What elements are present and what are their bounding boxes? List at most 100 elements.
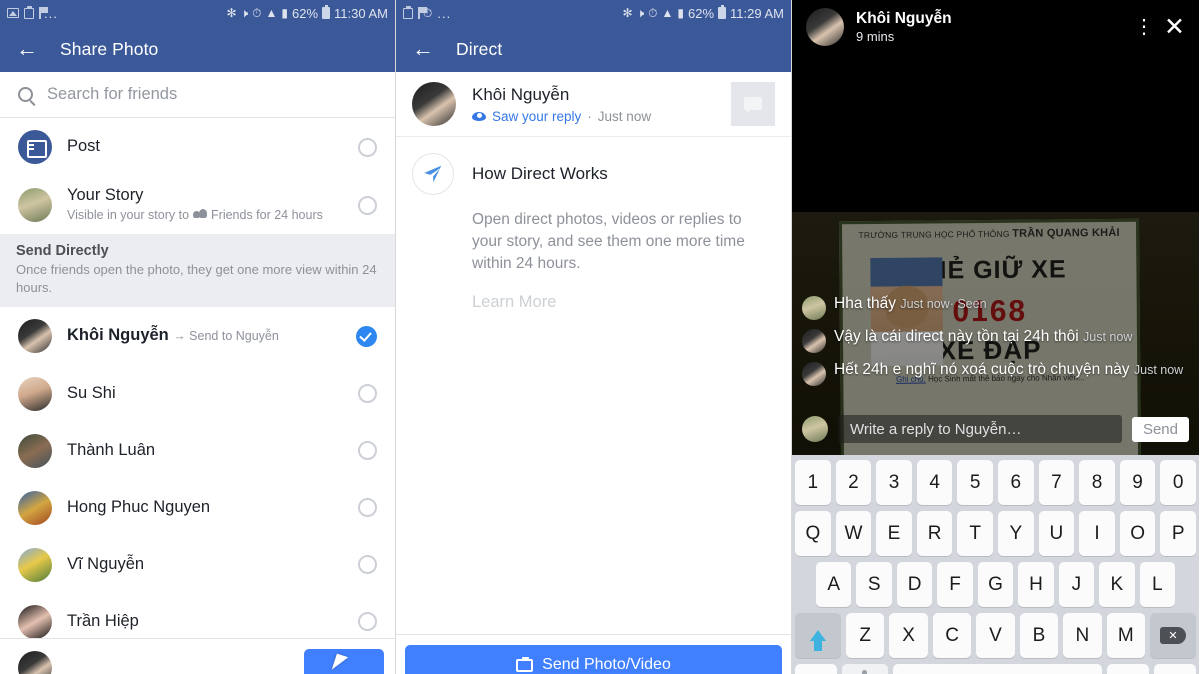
key-5[interactable]: 5 <box>957 460 993 505</box>
signal-icon: ▮ <box>281 6 288 20</box>
key-q[interactable]: Q <box>795 511 831 556</box>
clock: 11:30 AM <box>334 5 388 21</box>
key-x[interactable]: X <box>889 613 928 658</box>
key-o[interactable]: O <box>1119 511 1156 556</box>
key-4[interactable]: 4 <box>916 460 953 505</box>
share-option-post[interactable]: Post <box>0 118 395 176</box>
microphone-icon[interactable] <box>841 664 888 674</box>
avatar <box>802 416 828 442</box>
radio-friend[interactable] <box>358 384 377 404</box>
close-icon[interactable]: ✕ <box>1164 14 1185 40</box>
shift-icon[interactable] <box>795 613 842 658</box>
key-t[interactable]: T <box>957 511 993 556</box>
key-b[interactable]: B <box>1019 613 1059 658</box>
send-button[interactable]: Send <box>1131 416 1189 442</box>
radio-friend[interactable] <box>358 498 377 518</box>
friend-name: Hong Phuc Nguyen <box>67 497 211 516</box>
key-w[interactable]: W <box>835 511 872 556</box>
send-photo-video-button[interactable]: Send Photo/Video <box>405 645 782 674</box>
learn-more-link[interactable]: Learn More <box>472 293 775 312</box>
key-f[interactable]: F <box>937 562 973 607</box>
key-j[interactable]: J <box>1058 562 1095 607</box>
key-r[interactable]: R <box>916 511 953 556</box>
key-n[interactable]: N <box>1063 613 1102 658</box>
radio-your-story[interactable] <box>358 195 377 215</box>
search-input[interactable] <box>47 85 377 104</box>
message-text: Hha thấy <box>834 295 897 312</box>
key-7[interactable]: 7 <box>1038 460 1075 505</box>
how-direct-works-card: How Direct Works Open direct photos, vid… <box>396 137 791 312</box>
key-period[interactable] <box>1107 664 1150 674</box>
key-s[interactable]: S <box>856 562 892 607</box>
friend-name: Khôi Nguyễn <box>67 326 169 345</box>
on-screen-keyboard: 1 2 3 4 5 6 7 8 9 0 Q W E R T Y U I O P … <box>792 455 1199 674</box>
avatar <box>18 376 52 411</box>
message-thumbnail-icon[interactable] <box>731 82 775 126</box>
radio-post[interactable] <box>358 137 377 157</box>
key-3[interactable]: 3 <box>876 460 912 505</box>
page-title: Share Photo <box>60 38 159 59</box>
friend-row-khoi-nguyen[interactable]: Khôi Nguyễn → Send to Nguyễn <box>0 307 395 365</box>
key-d[interactable]: D <box>896 562 933 607</box>
key-6[interactable]: 6 <box>998 460 1034 505</box>
share-option-your-story[interactable]: Your Story Visible in your story to Frie… <box>0 176 395 234</box>
key-u[interactable]: U <box>1038 511 1075 556</box>
key-space[interactable] <box>892 664 1103 674</box>
key-c[interactable]: C <box>932 613 972 658</box>
panel-direct: ⏱ ... ✻ 🕨 ⏱ ▲ ▮ 62% 11:29 AM ← Direct Kh… <box>396 0 792 674</box>
direct-bottom-bar: Send Photo/Video <box>396 634 791 674</box>
radio-selected[interactable] <box>356 325 377 347</box>
key-a[interactable]: A <box>816 562 852 607</box>
story-timestamp: 9 mins <box>856 29 895 45</box>
message-text: Vậy là cái direct này tồn tại 24h thôi <box>834 328 1079 345</box>
radio-friend[interactable] <box>358 612 377 632</box>
panel-share-photo: ... ✻ 🕨 ⏱ ▲ ▮ 62% 11:30 AM ← Share Photo <box>0 0 396 674</box>
status-bar-panel1: ... ✻ 🕨 ⏱ ▲ ▮ 62% 11:30 AM <box>0 0 395 26</box>
wifi-icon: ▲ <box>661 6 674 20</box>
send-directly-section-header: Send Directly Once friends open the phot… <box>0 234 395 308</box>
key-p[interactable]: P <box>1160 511 1196 556</box>
friend-row-hong-phuc-nguyen[interactable]: Hong Phuc Nguyen <box>0 479 395 536</box>
key-8[interactable]: 8 <box>1079 460 1115 505</box>
battery-percent: 62% <box>292 5 319 21</box>
key-9[interactable]: 9 <box>1119 460 1156 505</box>
share-photo-bottom-bar <box>0 638 395 674</box>
kebab-menu-icon[interactable]: ⋮ <box>1134 17 1154 37</box>
key-enter[interactable] <box>1154 664 1196 674</box>
radio-friend[interactable] <box>358 555 377 575</box>
panel-story-viewer: Khôi Nguyễn 9 mins ⋮ ✕ TRƯỜNG TRUNG HỌC … <box>792 0 1199 674</box>
key-k[interactable]: K <box>1099 562 1135 607</box>
keyboard-row-numbers: 1 2 3 4 5 6 7 8 9 0 <box>795 460 1196 505</box>
key-g[interactable]: G <box>977 562 1014 607</box>
camera-icon <box>516 656 534 672</box>
section-description: Once friends open the photo, they get on… <box>16 262 377 295</box>
key-h[interactable]: H <box>1018 562 1054 607</box>
key-0[interactable]: 0 <box>1160 460 1196 505</box>
avatar <box>802 362 826 386</box>
reply-input[interactable]: Write a reply to Nguyễn… <box>838 415 1122 443</box>
direct-conversation-row[interactable]: Khôi Nguyễn Saw your reply · Just now <box>396 72 791 137</box>
key-e[interactable]: E <box>876 511 912 556</box>
avatar <box>18 547 52 582</box>
avatar <box>802 329 826 353</box>
key-i[interactable]: I <box>1079 511 1115 556</box>
radio-friend[interactable] <box>358 441 377 461</box>
key-1[interactable]: 1 <box>795 460 831 505</box>
friend-row-thanh-luan[interactable]: Thành Luân <box>0 422 395 479</box>
key-v[interactable]: V <box>976 613 1015 658</box>
back-arrow-icon[interactable]: ← <box>412 38 440 60</box>
key-2[interactable]: 2 <box>835 460 872 505</box>
avatar <box>18 490 52 525</box>
friend-row-su-shi[interactable]: Su Shi <box>0 365 395 422</box>
backspace-icon[interactable]: ✕ <box>1149 613 1196 658</box>
key-m[interactable]: M <box>1106 613 1145 658</box>
reply-bar: Write a reply to Nguyễn… Send <box>792 415 1199 443</box>
message-timestamp: Just now· Seen <box>900 297 987 311</box>
key-z[interactable]: Z <box>846 613 885 658</box>
key-l[interactable]: L <box>1139 562 1175 607</box>
key-symbols[interactable] <box>795 664 837 674</box>
key-y[interactable]: Y <box>998 511 1034 556</box>
back-arrow-icon[interactable]: ← <box>16 38 44 60</box>
search-row[interactable] <box>0 72 395 118</box>
friend-row-vi-nguyen[interactable]: Vĩ Nguyễn <box>0 536 395 593</box>
